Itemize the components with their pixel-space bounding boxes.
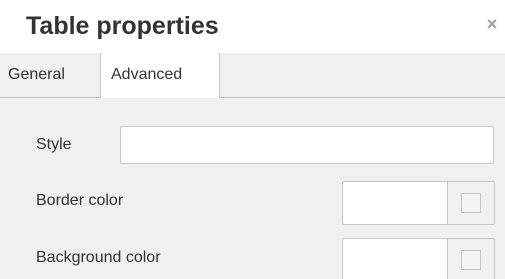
color-swatch-icon [461, 250, 481, 270]
color-swatch-icon [461, 193, 481, 213]
border-color-label: Border color [36, 192, 124, 209]
tab-general[interactable]: General [0, 53, 100, 97]
background-color-input[interactable] [342, 238, 448, 279]
border-color-input[interactable] [342, 181, 448, 225]
dialog-title: Table properties [26, 12, 219, 40]
tab-advanced[interactable]: Advanced [100, 53, 220, 98]
background-color-picker-button[interactable] [447, 238, 495, 279]
background-color-label: Background color [36, 249, 161, 266]
style-label: Style [36, 136, 72, 153]
border-color-picker-button[interactable] [447, 181, 495, 225]
style-input[interactable] [120, 126, 494, 164]
table-properties-dialog: Table properties × General Advanced Styl… [0, 0, 505, 279]
close-icon[interactable]: × [484, 12, 500, 36]
tab-bar: General Advanced [0, 53, 505, 98]
advanced-panel: Style Border color Background color [0, 98, 505, 279]
